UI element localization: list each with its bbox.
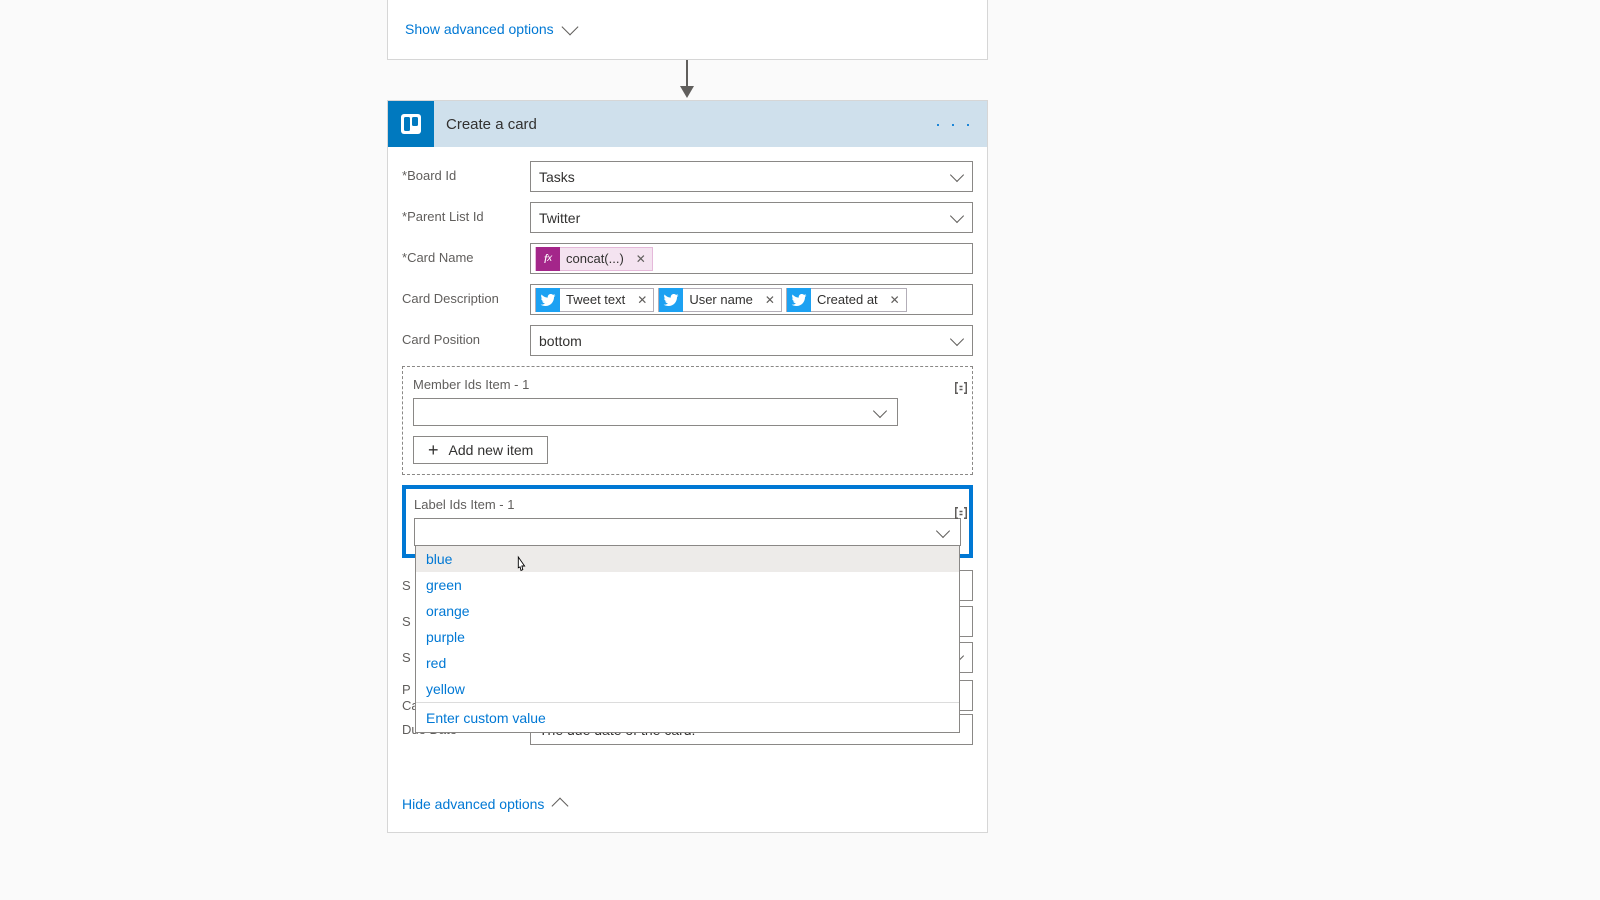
label-ids-item-label: Label Ids Item - 1	[414, 497, 961, 512]
expression-token-text: concat(...)	[560, 251, 630, 266]
dynamic-token[interactable]: Tweet text ✕	[535, 288, 654, 312]
member-ids-item-label: Member Ids Item - 1	[413, 377, 962, 392]
dropdown-option-green[interactable]: green	[416, 572, 959, 598]
twitter-icon	[536, 288, 560, 312]
expression-token[interactable]: fx concat(...) ✕	[535, 247, 653, 271]
chevron-down-icon	[561, 19, 578, 36]
action-header[interactable]: Create a card · · ·	[388, 101, 987, 147]
flow-arrow-icon	[685, 60, 689, 102]
dropdown-option-yellow[interactable]: yellow	[416, 676, 959, 702]
show-advanced-options-label: Show advanced options	[405, 21, 554, 37]
card-name-label: Card Name	[402, 250, 530, 267]
board-id-label: Board Id	[402, 168, 530, 185]
trello-icon	[388, 101, 434, 147]
add-new-item-button[interactable]: + Add new item	[413, 436, 548, 464]
dropdown-option-blue[interactable]: blue	[416, 546, 959, 572]
token-text: Tweet text	[560, 292, 631, 307]
parent-list-id-label: Parent List Id	[402, 209, 530, 226]
hide-advanced-options-link[interactable]: Hide advanced options	[402, 796, 566, 812]
card-description-label: Card Description	[402, 291, 530, 308]
twitter-icon	[659, 288, 683, 312]
token-remove-button[interactable]: ✕	[884, 293, 906, 307]
card-description-input[interactable]: Tweet text ✕ User name ✕ C	[530, 284, 973, 315]
token-text: User name	[683, 292, 759, 307]
twitter-icon	[787, 288, 811, 312]
dropdown-option-custom[interactable]: Enter custom value	[416, 702, 959, 732]
hide-advanced-options-label: Hide advanced options	[402, 796, 544, 812]
show-advanced-options-link[interactable]: Show advanced options	[405, 21, 576, 37]
board-id-select[interactable]: Tasks	[530, 161, 973, 192]
parent-list-id-select[interactable]: Twitter	[530, 202, 973, 233]
chevron-up-icon	[552, 798, 569, 815]
board-id-value: Tasks	[539, 169, 575, 185]
action-body: Board Id Tasks Parent List Id Twitter Ca…	[388, 147, 987, 832]
label-ids-select[interactable]: blue green orange purple red yellow Ente…	[414, 518, 961, 546]
action-menu-button[interactable]: · · ·	[935, 114, 973, 135]
plus-icon: +	[428, 441, 439, 459]
chevron-down-icon	[873, 404, 887, 418]
token-remove-button[interactable]: ✕	[759, 293, 781, 307]
token-remove-button[interactable]: ✕	[630, 252, 652, 266]
dropdown-option-red[interactable]: red	[416, 650, 959, 676]
label-ids-array: Label Ids Item - 1 blue green orange pur…	[402, 485, 973, 558]
member-ids-select[interactable]	[413, 398, 898, 426]
token-remove-button[interactable]: ✕	[631, 293, 653, 307]
member-ids-array: Member Ids Item - 1 + Add new item	[402, 366, 973, 475]
add-new-item-label: Add new item	[449, 442, 534, 458]
switch-to-array-button[interactable]	[951, 378, 971, 398]
card-name-input[interactable]: fx concat(...) ✕	[530, 243, 973, 274]
dropdown-option-orange[interactable]: orange	[416, 598, 959, 624]
parent-list-id-value: Twitter	[539, 210, 580, 226]
chevron-down-icon	[950, 332, 964, 346]
card-position-label: Card Position	[402, 332, 530, 349]
create-card-action: Create a card · · · Board Id Tasks Paren…	[387, 100, 988, 833]
dropdown-option-purple[interactable]: purple	[416, 624, 959, 650]
chevron-down-icon	[950, 168, 964, 182]
chevron-down-icon	[936, 524, 950, 538]
previous-action-card: Show advanced options	[387, 0, 988, 60]
fx-icon: fx	[536, 247, 560, 271]
token-text: Created at	[811, 292, 884, 307]
card-position-select[interactable]: bottom	[530, 325, 973, 356]
card-position-value: bottom	[539, 333, 582, 349]
label-ids-dropdown: blue green orange purple red yellow Ente…	[415, 546, 960, 733]
dynamic-token[interactable]: User name ✕	[658, 288, 782, 312]
chevron-down-icon	[950, 209, 964, 223]
dynamic-token[interactable]: Created at ✕	[786, 288, 907, 312]
switch-to-array-button[interactable]	[951, 503, 971, 523]
action-title: Create a card	[446, 116, 537, 133]
